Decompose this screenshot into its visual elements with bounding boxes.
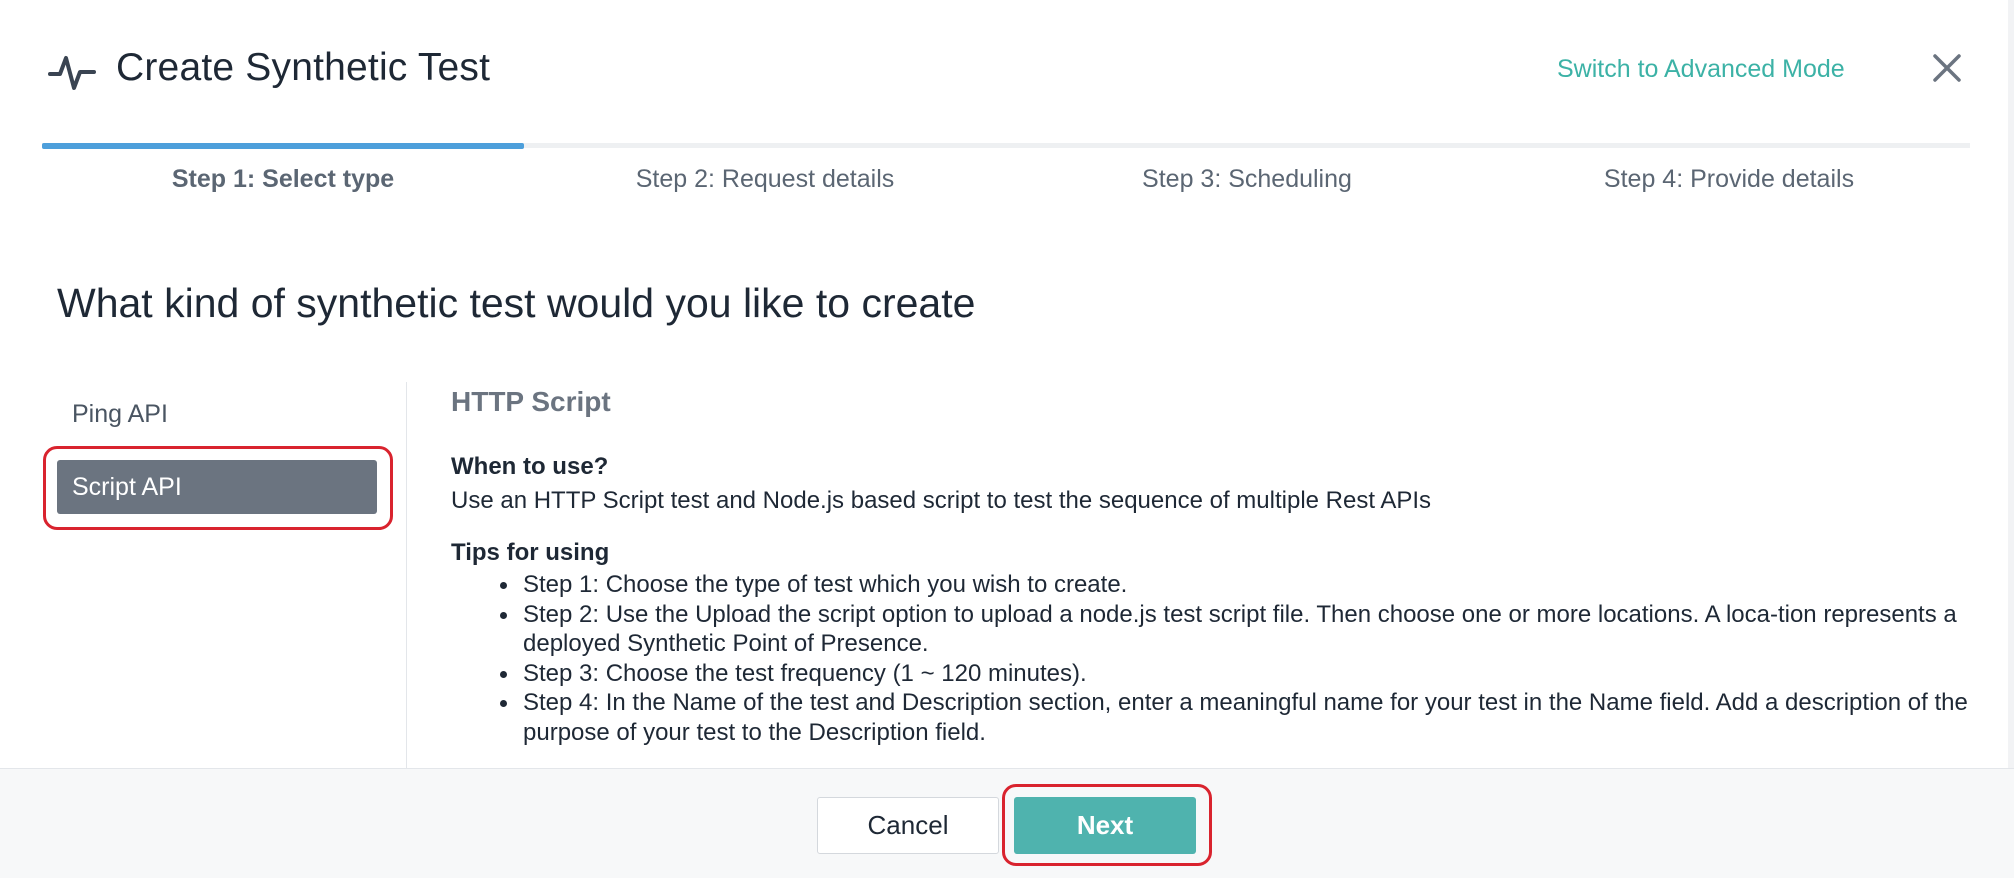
step-progress-fill	[42, 143, 524, 149]
cancel-button[interactable]: Cancel	[817, 797, 999, 854]
scrollbar[interactable]	[2008, 0, 2014, 768]
step-2-request-details: Step 2: Request details	[635, 165, 895, 193]
switch-advanced-mode-link[interactable]: Switch to Advanced Mode	[1557, 55, 1845, 84]
create-synthetic-test-dialog: Create Synthetic Test Switch to Advanced…	[0, 0, 2014, 878]
tips-list: Step 1: Choose the type of test which yo…	[451, 570, 1971, 747]
list-item: Step 2: Use the Upload the script option…	[496, 600, 1971, 659]
pulse-icon	[48, 56, 96, 90]
list-item: Step 3: Choose the test frequency (1 ~ 1…	[496, 659, 1971, 689]
dialog-title: Create Synthetic Test	[116, 46, 491, 89]
step-progress-track	[42, 143, 1970, 149]
list-item: Step 4: In the Name of the test and Desc…	[496, 688, 1971, 747]
close-icon[interactable]	[1932, 53, 1962, 83]
step-4-provide-details: Step 4: Provide details	[1603, 165, 1855, 193]
step-3-scheduling: Step 3: Scheduling	[1142, 165, 1352, 193]
description-title: HTTP Script	[451, 386, 611, 417]
step-1-select-type: Step 1: Select type	[171, 165, 395, 193]
when-to-use-text: Use an HTTP Script test and Node.js base…	[451, 487, 1432, 514]
panel-divider	[406, 382, 407, 768]
type-option-script-api[interactable]: Script API	[57, 460, 377, 514]
type-question-heading: What kind of synthetic test would you li…	[57, 280, 976, 326]
tips-label: Tips for using	[451, 539, 610, 566]
next-button[interactable]: Next	[1014, 797, 1196, 854]
list-item: Step 1: Choose the type of test which yo…	[496, 570, 1971, 600]
type-description-panel: HTTP Script When to use? Use an HTTP Scr…	[451, 386, 1971, 747]
type-option-ping-api[interactable]: Ping API	[57, 387, 377, 441]
when-to-use-label: When to use?	[451, 453, 609, 480]
